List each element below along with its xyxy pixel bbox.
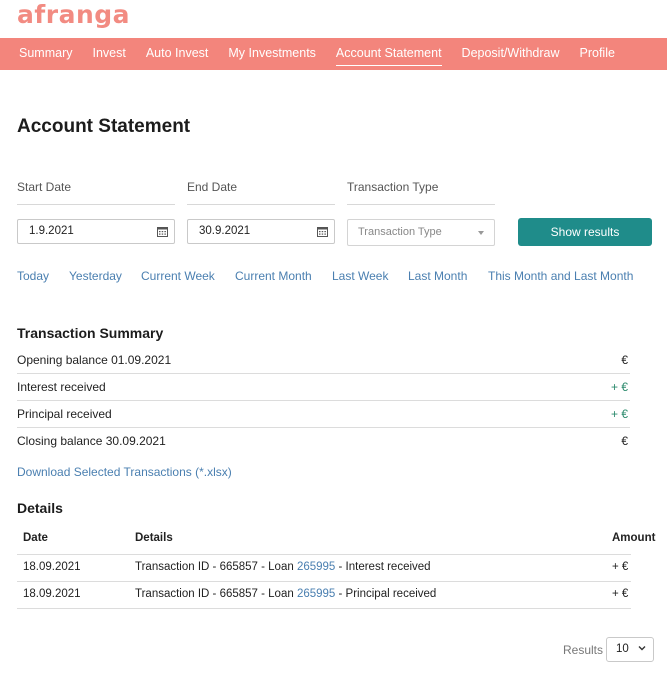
column-header-date: Date xyxy=(23,532,48,544)
summary-label: Closing balance 30.09.2021 xyxy=(17,434,166,448)
summary-label: Principal received xyxy=(17,407,112,421)
calendar-icon[interactable] xyxy=(317,226,328,237)
start-date-value: 1.9.2021 xyxy=(29,225,74,237)
table-divider xyxy=(17,581,631,582)
main-nav: Summary Invest Auto Invest My Investment… xyxy=(0,38,667,70)
range-today-link[interactable]: Today xyxy=(17,269,49,283)
range-yesterday-link[interactable]: Yesterday xyxy=(69,269,122,283)
loan-link[interactable]: 265995 xyxy=(297,561,335,573)
nav-item-my-investments[interactable]: My Investments xyxy=(218,38,326,70)
column-header-amount: Amount xyxy=(612,532,656,544)
brand-logo[interactable]: afranga xyxy=(17,0,130,29)
row-details-suffix: - Principal received xyxy=(335,588,437,600)
transaction-type-select[interactable]: Transaction Type xyxy=(347,219,495,246)
row-details-suffix: - Interest received xyxy=(335,561,431,573)
transaction-type-label: Transaction Type xyxy=(347,180,439,194)
summary-row-closing-balance: Closing balance 30.09.2021 € xyxy=(17,428,630,455)
start-date-input[interactable]: 1.9.2021 xyxy=(17,219,175,244)
range-last-month-link[interactable]: Last Month xyxy=(408,269,467,283)
row-details: Transaction ID - 665857 - Loan 265995 - … xyxy=(135,588,436,600)
range-this-and-last-month-link[interactable]: This Month and Last Month xyxy=(488,269,633,283)
nav-item-summary[interactable]: Summary xyxy=(9,38,82,70)
nav-item-profile[interactable]: Profile xyxy=(570,38,625,70)
start-date-divider xyxy=(17,204,175,205)
row-date: 18.09.2021 xyxy=(23,561,81,573)
summary-label: Opening balance 01.09.2021 xyxy=(17,353,172,367)
loan-link[interactable]: 265995 xyxy=(297,588,335,600)
range-current-month-link[interactable]: Current Month xyxy=(235,269,312,283)
start-date-label: Start Date xyxy=(17,180,72,194)
summary-row-interest: Interest received + € xyxy=(17,374,630,401)
summary-value: € xyxy=(621,434,628,448)
show-results-button[interactable]: Show results xyxy=(518,218,652,246)
results-label: Results xyxy=(563,643,604,657)
summary-value: € xyxy=(621,353,628,367)
nav-item-deposit-withdraw[interactable]: Deposit/Withdraw xyxy=(452,38,570,70)
table-divider xyxy=(17,608,631,609)
results-per-page-select[interactable]: 10 xyxy=(606,637,654,662)
nav-item-invest[interactable]: Invest xyxy=(82,38,135,70)
row-details-prefix: Transaction ID - 665857 - Loan xyxy=(135,561,297,573)
summary-label: Interest received xyxy=(17,380,106,394)
nav-item-auto-invest[interactable]: Auto Invest xyxy=(136,38,219,70)
nav-item-account-statement[interactable]: Account Statement xyxy=(326,38,452,70)
summary-row-opening-balance: Opening balance 01.09.2021 € xyxy=(17,347,630,374)
summary-row-principal: Principal received + € xyxy=(17,401,630,428)
transaction-type-divider xyxy=(347,204,495,205)
caret-down-icon xyxy=(478,231,484,235)
end-date-value: 30.9.2021 xyxy=(199,225,251,237)
calendar-icon[interactable] xyxy=(157,226,168,237)
row-date: 18.09.2021 xyxy=(23,588,81,600)
details-title: Details xyxy=(17,500,63,516)
transaction-summary-title: Transaction Summary xyxy=(17,325,164,341)
end-date-input[interactable]: 30.9.2021 xyxy=(187,219,335,244)
page-title: Account Statement xyxy=(17,116,191,137)
download-transactions-link[interactable]: Download Selected Transactions (*.xlsx) xyxy=(17,465,232,479)
column-header-details: Details xyxy=(135,532,173,544)
summary-value: + € xyxy=(610,380,628,394)
row-amount: + € xyxy=(612,561,629,573)
row-details-prefix: Transaction ID - 665857 - Loan xyxy=(135,588,297,600)
chevron-down-icon xyxy=(638,646,646,651)
range-current-week-link[interactable]: Current Week xyxy=(141,269,215,283)
row-details: Transaction ID - 665857 - Loan 265995 - … xyxy=(135,561,431,573)
end-date-divider xyxy=(187,204,335,205)
end-date-label: End Date xyxy=(187,180,238,194)
table-divider xyxy=(17,554,631,555)
results-per-page-value: 10 xyxy=(616,643,629,655)
range-last-week-link[interactable]: Last Week xyxy=(332,269,388,283)
summary-value: + € xyxy=(610,407,628,421)
transaction-type-placeholder: Transaction Type xyxy=(358,226,442,238)
row-amount: + € xyxy=(612,588,629,600)
